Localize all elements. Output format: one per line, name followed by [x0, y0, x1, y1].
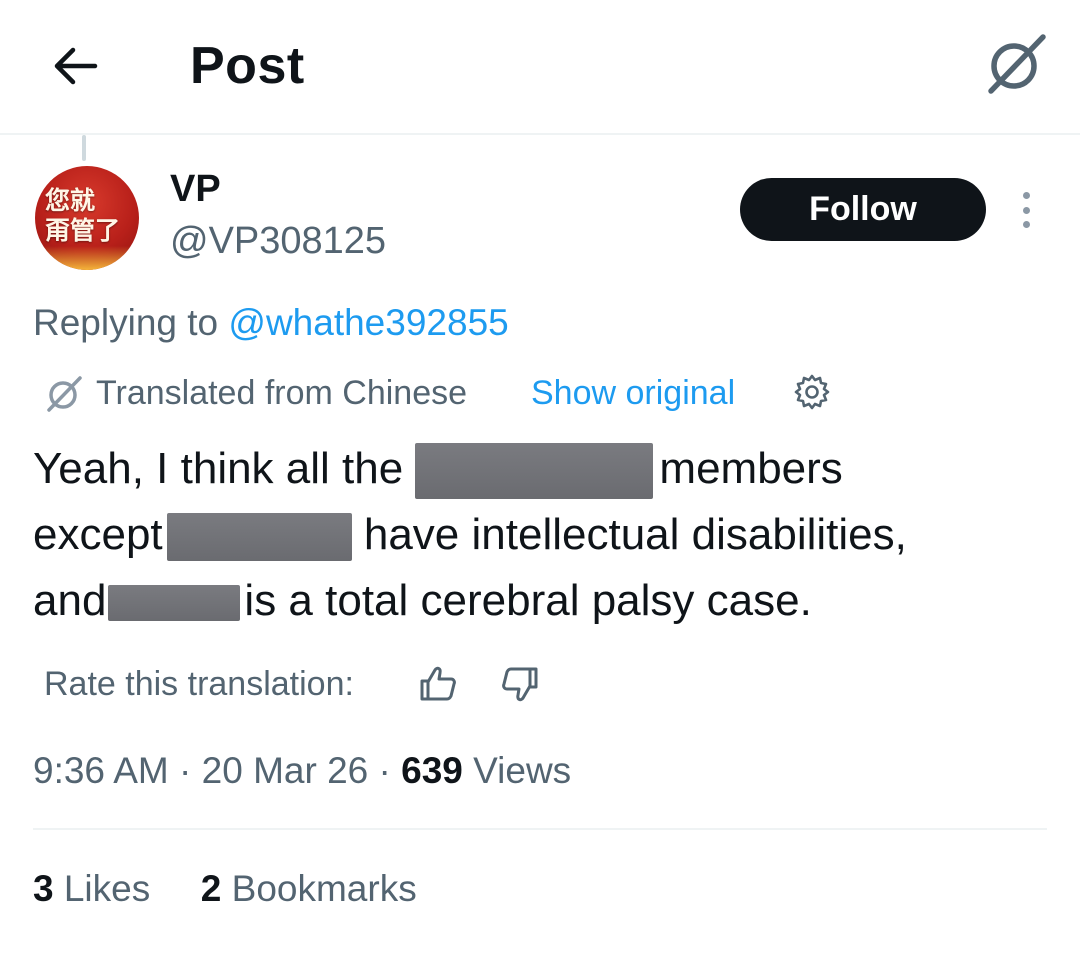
avatar[interactable]: 您就 甭管了	[35, 166, 139, 270]
likes-stat[interactable]: 3 Likes	[33, 868, 150, 909]
tweet-text-segment: except	[33, 510, 163, 559]
redaction-block	[108, 585, 241, 622]
bookmarks-count: 2	[200, 868, 222, 909]
page-title: Post	[190, 37, 305, 95]
redaction-block	[415, 443, 654, 500]
more-dot-icon	[1022, 206, 1030, 214]
meta-separator: ·	[368, 750, 402, 791]
tweet-text-segment: and	[33, 576, 107, 625]
translation-settings-gear-icon[interactable]	[792, 372, 832, 412]
more-dot-icon	[1022, 192, 1030, 199]
thread-connector-line	[82, 135, 86, 161]
grok-translate-icon	[44, 374, 84, 414]
tweet-meta: 9:36 AM · 20 Mar 26 · 639 Views	[33, 748, 571, 794]
tweet-date[interactable]: 20 Mar 26	[202, 750, 369, 791]
arrow-left-icon	[54, 47, 98, 85]
avatar-glow	[35, 246, 139, 270]
more-dot-icon	[1022, 221, 1030, 228]
more-options-button[interactable]	[1008, 186, 1044, 234]
thumbs-up-icon[interactable]	[418, 664, 458, 704]
translation-label: Translated from Chinese	[96, 374, 468, 412]
redaction-block	[166, 513, 352, 562]
meta-divider	[33, 828, 1047, 830]
show-original-link[interactable]: Show original	[531, 371, 735, 415]
engagement-stats: 3 Likes 2 Bookmarks	[33, 866, 417, 912]
avatar-text: 您就 甭管了	[45, 186, 121, 245]
tweet-time[interactable]: 9:36 AM	[33, 750, 169, 791]
meta-separator: ·	[168, 750, 202, 791]
tweet-text-line: except have intellectual disabilities,	[33, 502, 1063, 568]
tweet-text: Yeah, I think all the members except hav…	[33, 436, 1063, 634]
bookmarks-label: Bookmarks	[221, 868, 417, 909]
tweet-text-segment: have intellectual disabilities,	[351, 510, 907, 559]
author-handle[interactable]: @VP308125	[170, 218, 386, 264]
header-divider	[0, 133, 1080, 135]
follow-button[interactable]: Follow	[740, 178, 986, 241]
rate-translation-label: Rate this translation:	[44, 665, 354, 703]
author-display-name[interactable]: VP	[170, 166, 221, 212]
tweet-text-line: Yeah, I think all the members	[33, 436, 1063, 502]
bookmarks-stat[interactable]: 2 Bookmarks	[201, 868, 417, 909]
grok-button[interactable]	[980, 28, 1052, 100]
thumbs-down-icon[interactable]	[500, 664, 540, 704]
tweet-text-line: and is a total cerebral palsy case.	[33, 568, 1063, 634]
tweet-text-segment: members	[659, 444, 843, 493]
grok-icon	[988, 34, 1046, 94]
reply-target-link[interactable]: @whathe392855	[228, 302, 508, 343]
tweet-text-segment: Yeah, I think all the	[33, 444, 416, 493]
views-count: 639	[401, 750, 463, 791]
views-label: Views	[462, 750, 572, 791]
replying-to-prefix: Replying to	[33, 302, 229, 343]
likes-count: 3	[33, 868, 54, 909]
tweet-text-segment: is a total cerebral palsy case.	[244, 576, 812, 625]
replying-to: Replying to @whathe392855	[33, 300, 509, 346]
back-button[interactable]	[40, 36, 110, 96]
likes-label: Likes	[53, 868, 151, 909]
